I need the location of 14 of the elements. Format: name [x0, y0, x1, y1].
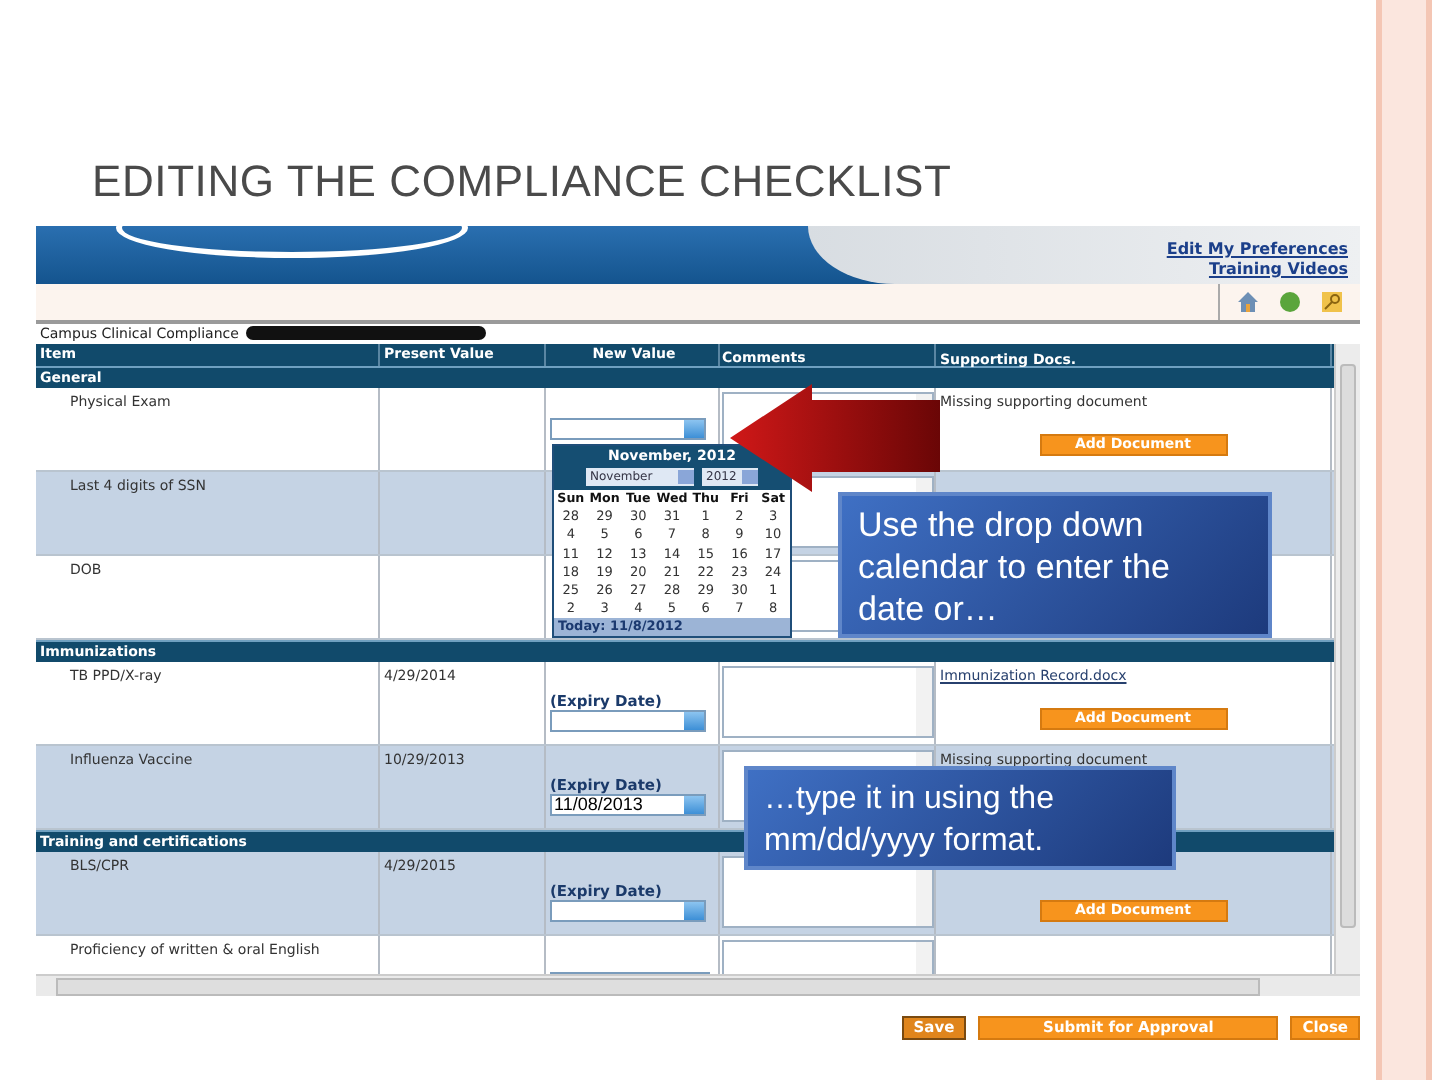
header-link[interactable]: Edit My Preferences — [1166, 239, 1348, 260]
home-icon[interactable] — [1236, 289, 1260, 314]
callout-tooltip: …type it in using the mm/dd/yyyy format. — [744, 766, 1176, 870]
vertical-scrollbar[interactable] — [1334, 343, 1360, 975]
comment-field[interactable] — [722, 665, 934, 738]
callout-tooltip: Use the drop down calendar to enter the date or… — [838, 492, 1272, 638]
slide-title: EDITING THE COMPLIANCE CHECKLIST — [92, 156, 952, 208]
date-dropdown[interactable] — [550, 709, 706, 732]
date-dropdown[interactable] — [550, 899, 706, 922]
date-dropdown[interactable]: 11/08/2013 — [550, 793, 706, 816]
header-link[interactable]: Training Videos — [1208, 259, 1348, 280]
date-dropdown[interactable] — [550, 417, 706, 440]
horizontal-scrollbar[interactable] — [36, 974, 1360, 996]
key-icon[interactable] — [1320, 289, 1344, 314]
